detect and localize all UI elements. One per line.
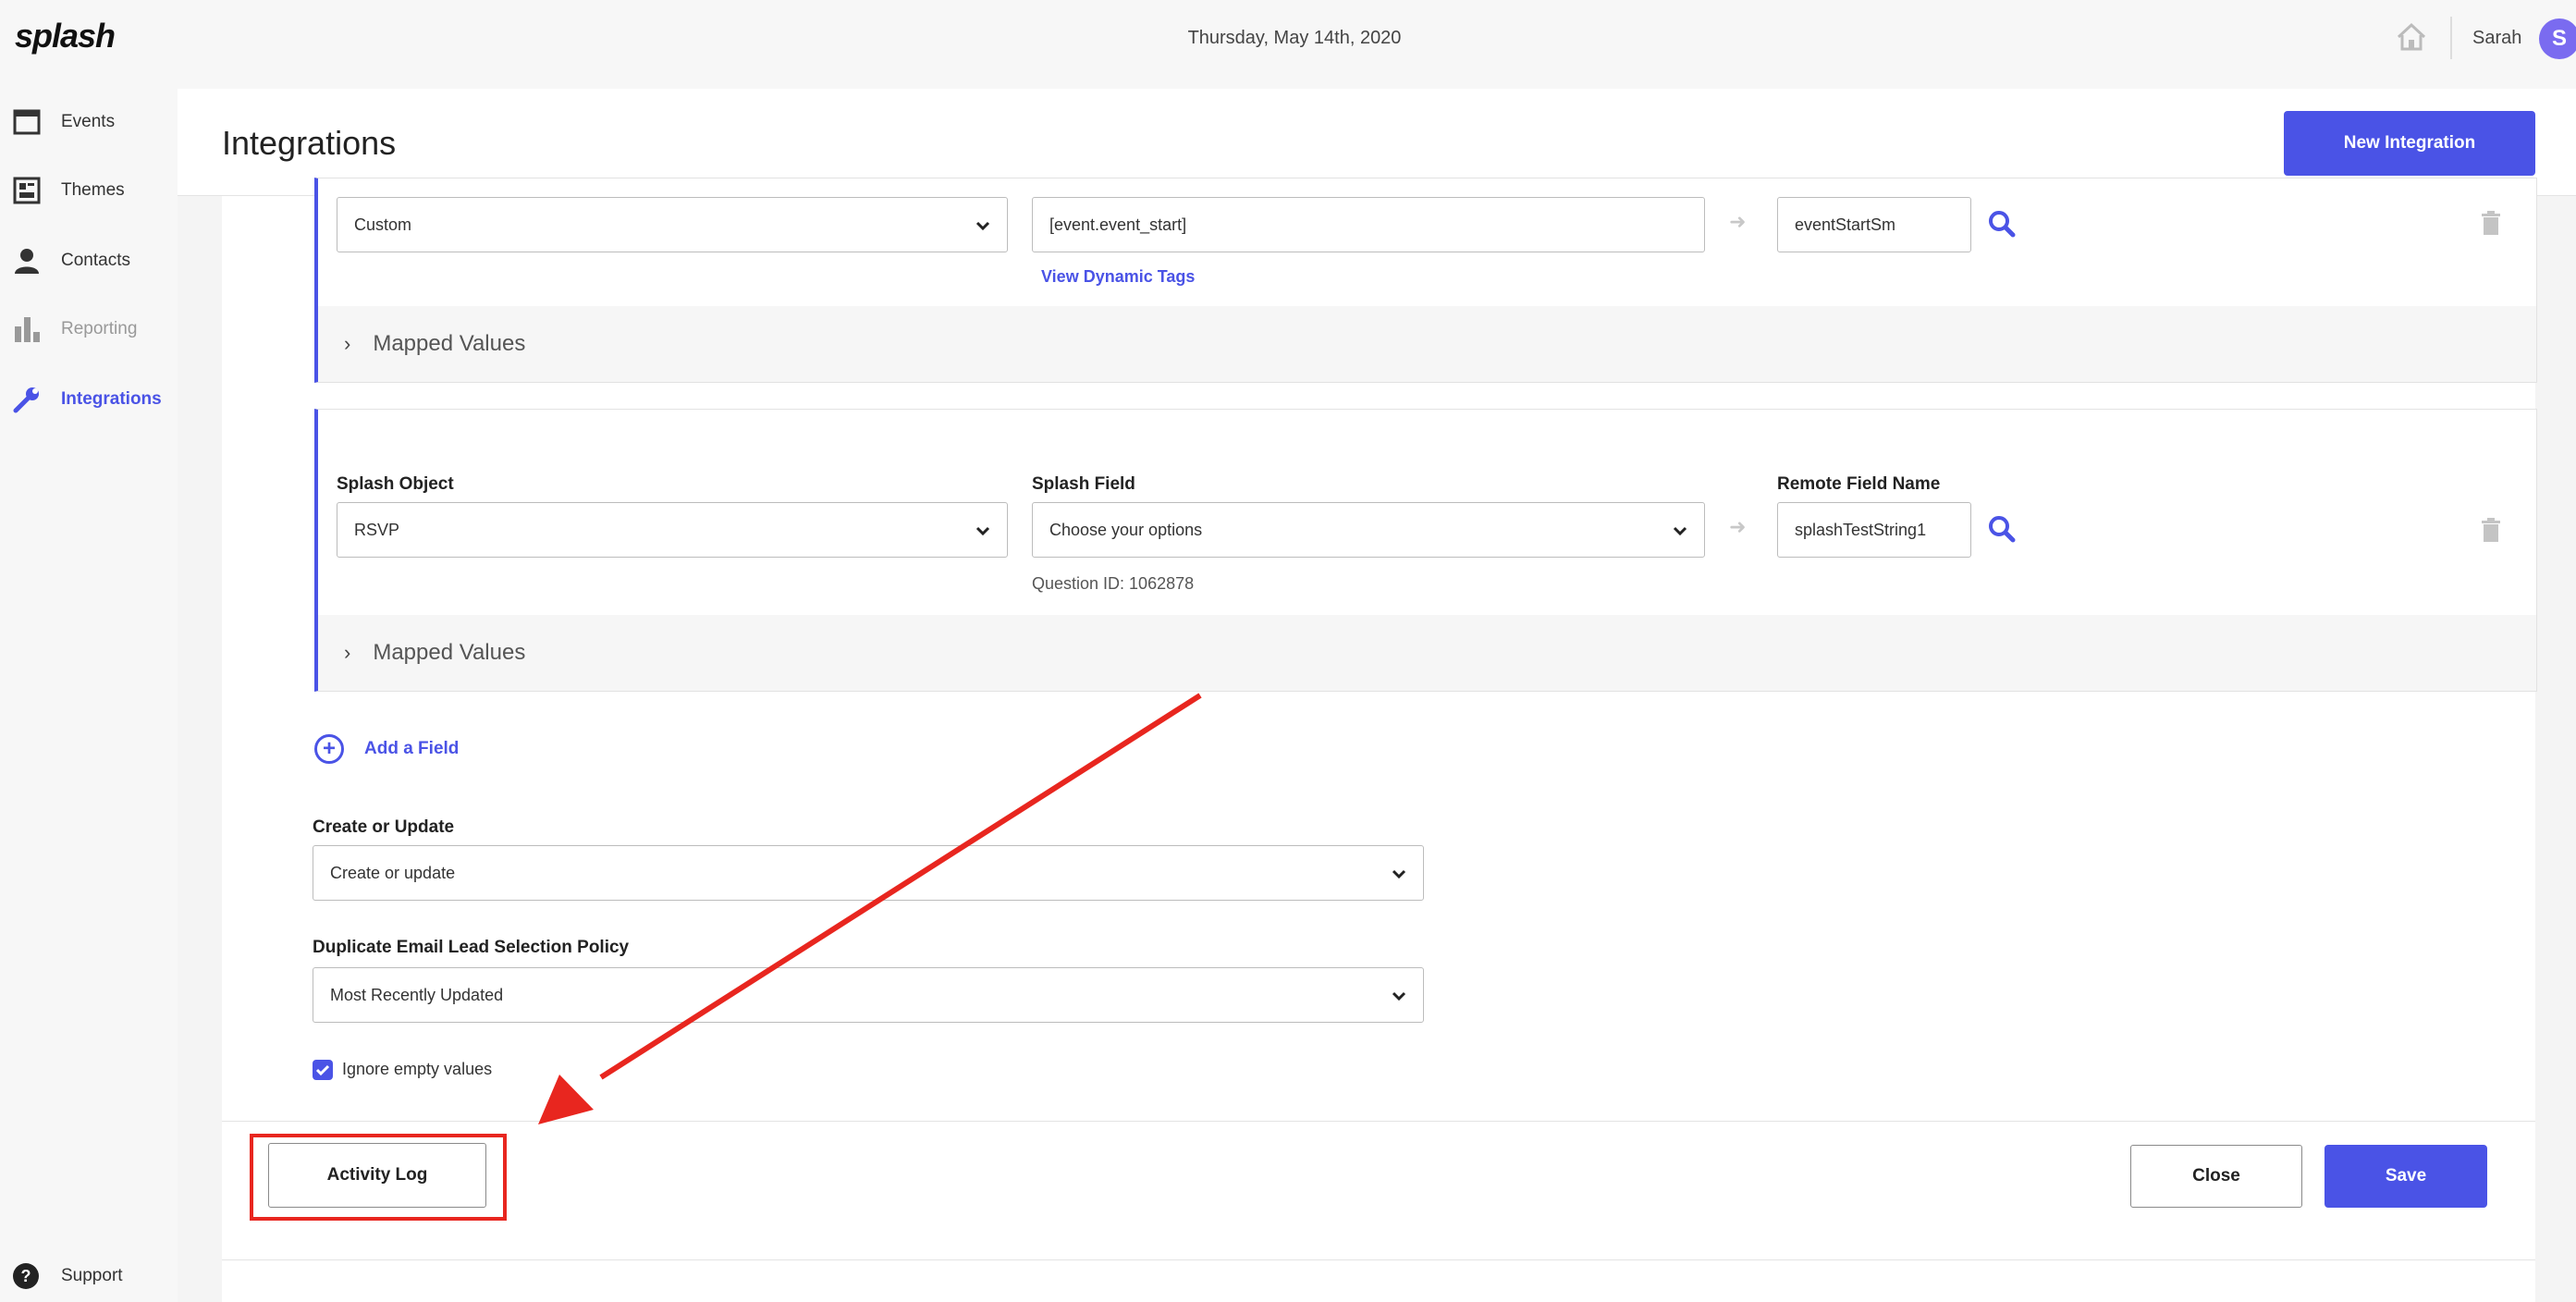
add-field-button[interactable]: + Add a Field [314,734,459,764]
splash-field-label: Splash Field [1032,474,1135,494]
main-panel: Integrations New Integration Custom [eve… [178,89,2576,1302]
trash-icon[interactable] [2480,517,2502,543]
add-field-label: Add a Field [364,739,460,758]
sidebar-item-contacts[interactable]: Contacts [13,242,130,279]
chevron-down-icon [1673,526,1687,536]
input-value: splashTestString1 [1795,520,1927,539]
wrench-icon [13,387,39,413]
sidebar-item-label: Contacts [61,251,130,270]
chevron-right-icon: › [344,332,351,355]
mapped-values-label: Mapped Values [373,640,526,665]
remote-field-label: Remote Field Name [1777,474,1941,494]
chevron-down-icon [975,221,990,231]
check-icon [315,1064,330,1076]
new-integration-button[interactable]: New Integration [2284,111,2535,176]
search-icon[interactable] [1988,515,2016,543]
support-label: Support [61,1266,123,1285]
ignore-empty-label: Ignore empty values [342,1060,493,1078]
select-value: Custom [354,215,412,234]
mapped-values-label: Mapped Values [373,331,526,356]
plus-circle-icon: + [314,734,344,764]
sidebar-item-label: Integrations [61,389,162,409]
input-value: eventStartSm [1795,215,1896,234]
duplicate-policy-select[interactable]: Most Recently Updated [313,967,1424,1023]
sidebar-item-integrations[interactable]: Integrations [13,381,162,418]
select-value: Create or update [330,863,456,882]
create-or-update-label: Create or Update [313,817,455,837]
select-value: Choose your options [1049,520,1203,539]
sidebar-item-themes[interactable]: Themes [13,172,125,209]
integration-form-card: Custom [event.event_start] View Dynamic … [222,178,2537,1302]
sidebar-item-events[interactable]: Events [13,104,115,141]
splash-object-label: Splash Object [337,474,454,494]
support-link[interactable]: ? Support [13,1263,123,1289]
next-integration-card [222,1259,2535,1302]
chevron-down-icon [1392,991,1406,1001]
home-icon[interactable] [2395,20,2428,54]
user-name[interactable]: Sarah [2472,28,2521,49]
question-icon: ? [13,1263,39,1289]
avatar[interactable]: S [2539,18,2576,59]
arrow-right-icon: ➜ [1729,515,1747,538]
top-bar: splash Thursday, May 14th, 2020 Sarah S [0,0,2576,80]
page-title: Integrations [222,124,397,162]
sidebar: Events Themes Contacts Reporting Integra… [0,89,176,1302]
sidebar-item-reporting[interactable]: Reporting [13,311,137,348]
footer-divider [222,1121,2535,1122]
remote-field-input[interactable]: eventStartSm [1777,197,1971,252]
splash-field-input[interactable]: [event.event_start] [1032,197,1705,252]
save-button[interactable]: Save [2325,1145,2487,1208]
chevron-down-icon [975,526,990,536]
calendar-icon [13,109,41,135]
ignore-empty-checkbox[interactable] [313,1060,333,1080]
splash-logo[interactable]: splash [15,17,116,55]
mapped-values-toggle[interactable]: › Mapped Values [318,615,2536,691]
create-or-update-select[interactable]: Create or update [313,845,1424,901]
select-value: Most Recently Updated [330,985,504,1004]
duplicate-policy-label: Duplicate Email Lead Selection Policy [313,938,630,957]
person-icon [15,249,39,274]
input-value: [event.event_start] [1049,215,1187,234]
sidebar-item-label: Reporting [61,319,138,338]
bar-chart-icon [15,317,40,342]
mapped-values-toggle[interactable]: › Mapped Values [318,306,2536,382]
annotation-highlight-box [250,1134,507,1221]
close-button[interactable]: Close [2130,1145,2302,1208]
topbar-divider [2450,17,2452,59]
chevron-right-icon: › [344,641,351,664]
arrow-right-icon: ➜ [1729,210,1747,233]
theme-icon [13,177,41,204]
sidebar-item-label: Events [61,112,116,131]
question-id: Question ID: 1062878 [1032,574,1195,593]
trash-icon[interactable] [2480,210,2502,236]
field-mapping-row: Custom [event.event_start] View Dynamic … [314,178,2537,383]
chevron-down-icon [1392,869,1406,879]
select-value: RSVP [354,520,400,539]
remote-field-input[interactable]: splashTestString1 [1777,502,1971,558]
current-date: Thursday, May 14th, 2020 [1187,28,1402,48]
splash-object-select[interactable]: RSVP [337,502,1008,558]
field-mapping-row: Splash Object Splash Field Remote Field … [314,409,2537,692]
splash-object-select[interactable]: Custom [337,197,1008,252]
splash-field-select[interactable]: Choose your options [1032,502,1705,558]
view-dynamic-tags-link[interactable]: View Dynamic Tags [1041,267,1195,287]
sidebar-item-label: Themes [61,180,125,200]
search-icon[interactable] [1988,210,2016,238]
